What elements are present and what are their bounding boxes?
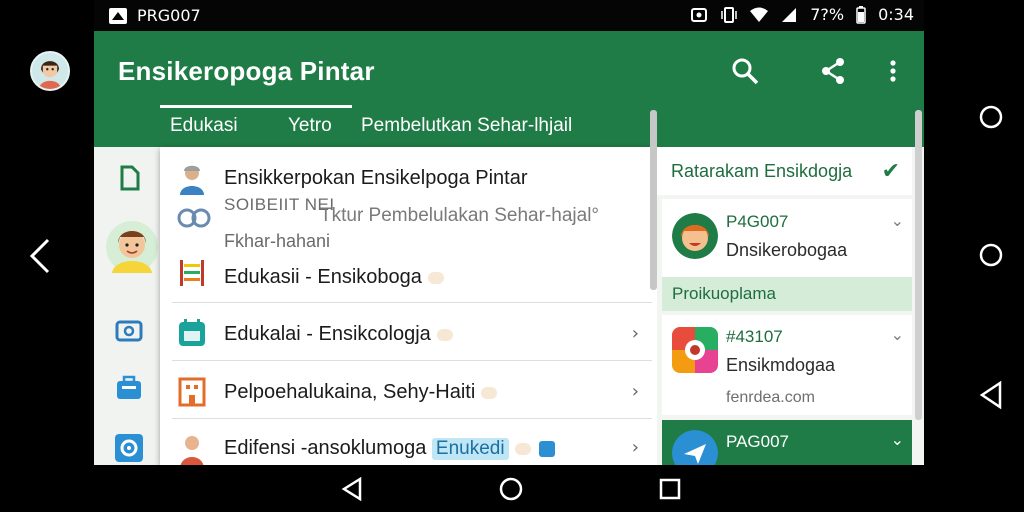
chevron-right-icon: ›	[631, 323, 639, 344]
card-line3: fenrdea.com	[726, 389, 815, 406]
dropdown-panel: Ensikkerpokan Ensikelpoga Pintar SOIBEII…	[160, 147, 657, 465]
gear-bug-icon[interactable]	[112, 431, 146, 465]
tab-indicator	[160, 105, 352, 108]
back-chevron-icon[interactable]	[26, 236, 56, 276]
tag-dot-icon	[436, 328, 453, 341]
back-icon[interactable]	[338, 475, 366, 503]
card-line2: Ensikmdogaa	[726, 355, 836, 375]
right-header-title: Ratarakam Ensikdogja	[671, 161, 853, 181]
rail-back-icon[interactable]	[978, 380, 1004, 410]
row-divider	[172, 302, 652, 303]
dropdown-row[interactable]: Ensikkerpokan Ensikelpoga Pintar SOIBEII…	[160, 147, 657, 251]
card-line1: #43107	[726, 327, 783, 346]
battery-icon	[856, 5, 866, 24]
doc-icon[interactable]	[112, 161, 146, 195]
row-divider	[172, 360, 652, 361]
abacus-icon	[176, 256, 208, 288]
row-title: Ensikkerpokan Ensikelpoga Pintar	[224, 167, 528, 189]
calendar-icon	[176, 317, 208, 349]
person-icon	[176, 163, 208, 195]
wifi-icon	[750, 6, 769, 24]
search-icon[interactable]	[730, 56, 760, 86]
contact-card[interactable]: #43107 Ensikmdogaa fenrdea.com ⌄	[662, 315, 912, 415]
doctor-icon	[176, 433, 208, 465]
right-header[interactable]: Ratarakam Ensikdogja ✔	[657, 147, 912, 195]
row-title-text: Pelpoehalukaina, Sehy-Haiti	[224, 381, 476, 403]
row-caption: Fkhar-hahani	[224, 231, 331, 251]
tag-dot-icon	[514, 442, 531, 455]
status-app-name: PRG007	[137, 6, 201, 25]
tab-bar: Edukasi Yetro Pembelutkan Sehar-lhjail	[94, 110, 924, 147]
row-badge: Enukedi	[431, 438, 509, 460]
section-title: Proikuoplama	[672, 284, 776, 303]
chevron-right-icon: ›	[631, 381, 639, 402]
tab-pembelutkan[interactable]: Pembelutkan Sehar-lhjail	[361, 115, 572, 137]
share-icon[interactable]	[818, 56, 848, 86]
dropdown-row[interactable]: Edifensi -ansoklumoga Enukedi ›	[160, 421, 657, 465]
tag-dot-icon	[481, 386, 498, 399]
status-bar: PRG007 7?% 0:34	[94, 0, 924, 31]
section-header: Proikuoplama	[662, 277, 912, 311]
check-icon: ✔	[881, 159, 900, 184]
right-column: Ratarakam Ensikdogja ✔ P4G007 Dnsikerobo…	[657, 147, 924, 465]
row-title: Edukalai - Ensikcologja	[224, 323, 453, 346]
square-badge-icon	[538, 440, 555, 457]
row-subtitle-overlay: Tktur Pembelulakan Sehar-hajal°	[320, 205, 600, 226]
female-avatar-icon	[672, 213, 718, 259]
tab-edukasi[interactable]: Edukasi	[170, 115, 238, 137]
row-divider	[172, 418, 652, 419]
row-subtitle: SOIBEIIT NEI	[224, 195, 335, 214]
row-title-text: Edifensi -ansoklumoga	[224, 437, 427, 459]
cast-icon	[690, 6, 708, 24]
row-title: Pelpoehalukaina, Sehy-Haiti	[224, 381, 498, 404]
child-avatar-icon[interactable]	[104, 217, 160, 277]
card-line1: P4G007	[726, 212, 789, 231]
card-line1: PAG007	[726, 432, 790, 451]
app-bar: Ensikeropoga Pintar	[94, 31, 924, 110]
tag-dot-icon	[427, 271, 444, 284]
more-vert-icon[interactable]	[886, 56, 900, 86]
user-avatar[interactable]	[30, 51, 70, 91]
app-title: Ensikeropoga Pintar	[118, 56, 375, 86]
vibrate-icon	[720, 6, 738, 24]
contact-card-selected[interactable]: PAG007 ⌄	[662, 420, 912, 465]
panel-scrollbar[interactable]	[650, 110, 657, 290]
status-time: 0:34	[878, 5, 914, 24]
recents-icon[interactable]	[656, 475, 684, 503]
right-scrollbar[interactable]	[915, 110, 922, 420]
tab-yetro[interactable]: Yetro	[288, 115, 332, 137]
card-line2: Dnsikerobogaa	[726, 240, 848, 260]
row-title-text: Edukasii - Ensikoboga	[224, 266, 422, 288]
dropdown-row[interactable]: Edukasii - Ensikoboga	[160, 252, 657, 302]
plane-icon	[672, 430, 718, 465]
dropdown-row[interactable]: Pelpoehalukaina, Sehy-Haiti ›	[160, 363, 657, 421]
home-icon[interactable]	[497, 475, 525, 503]
building-icon	[176, 375, 208, 407]
chevron-down-icon[interactable]: ⌄	[891, 325, 904, 344]
chevron-down-icon[interactable]: ⌄	[891, 211, 904, 230]
screenshot-root: PRG007 7?% 0:34 Ensikeropoga Pintar Eduk…	[0, 0, 1024, 512]
row-title-text: Edukalai - Ensikcologja	[224, 323, 431, 345]
app-screen: PRG007 7?% 0:34 Ensikeropoga Pintar Eduk…	[94, 0, 924, 465]
infinity-icon	[176, 207, 212, 229]
colorful-app-icon	[672, 327, 718, 373]
battery-percent: 7?%	[810, 5, 845, 24]
left-column	[94, 147, 160, 465]
contact-card[interactable]: P4G007 Dnsikerobogaa ⌄	[662, 199, 912, 277]
row-title: Edukasii - Ensikoboga	[224, 266, 444, 289]
rail-home-icon[interactable]	[978, 242, 1004, 268]
camera-icon[interactable]	[112, 313, 146, 347]
system-navbar	[0, 465, 1024, 512]
app-notification-icon	[109, 7, 127, 24]
dropdown-row[interactable]: Edukalai - Ensikcologja ›	[160, 305, 657, 363]
row-title: Edifensi -ansoklumoga Enukedi	[224, 437, 555, 460]
rail-circle-icon[interactable]	[978, 104, 1004, 130]
chevron-right-icon: ›	[631, 437, 639, 458]
briefcase-icon[interactable]	[112, 371, 146, 405]
signal-icon	[780, 6, 798, 24]
chevron-down-icon[interactable]: ⌄	[891, 430, 904, 449]
